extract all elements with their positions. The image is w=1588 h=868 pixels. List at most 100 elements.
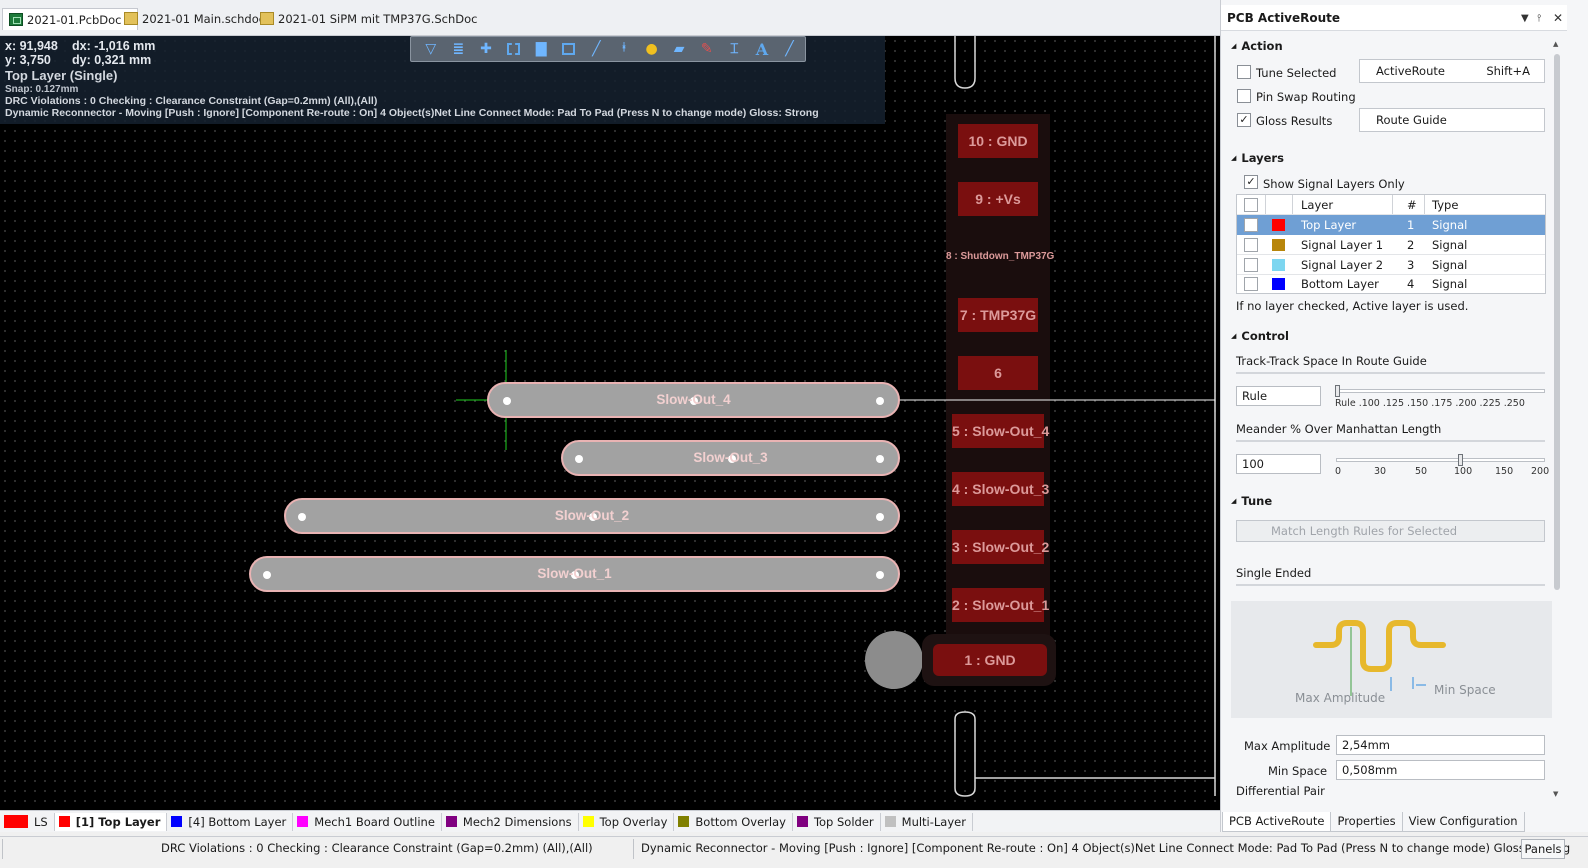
section-layers-header[interactable]: Layers [1231,151,1284,165]
layer-tab-label: [4] Bottom Layer [188,814,287,829]
column-header-type[interactable]: Type [1432,198,1458,212]
schematic-document-icon [260,12,274,25]
track-space-slider[interactable] [1336,389,1545,393]
select-rect-icon[interactable] [500,38,528,60]
layer-tab-multi-layer[interactable]: Multi-Layer [881,812,973,831]
active-layer-info: Top Layer (Single) [5,68,118,83]
tab-view-configuration[interactable]: View Configuration [1401,812,1525,832]
layer-row-checkbox[interactable] [1244,277,1258,291]
layer-row-signal-layer-2[interactable]: Signal Layer 2 3 Signal [1237,255,1545,275]
layer-name: Bottom Layer [1301,277,1379,291]
line-icon[interactable]: ╱ [776,38,804,60]
tab-pcb-activeroute[interactable]: PCB ActiveRoute [1222,812,1332,832]
cross-icon[interactable]: ✚ [472,38,500,60]
scroll-up-icon[interactable]: ▲ [1553,40,1558,48]
edit-icon[interactable]: ✎ [693,38,721,60]
net-label: Slow-Out_1 [537,566,612,581]
section-tune-header[interactable]: Tune [1231,494,1272,508]
layer-tab-top-overlay[interactable]: Top Overlay [579,812,675,831]
section-control-header[interactable]: Control [1231,329,1289,343]
scroll-down-icon[interactable]: ▼ [1553,790,1558,798]
layer-color-swatch [58,816,70,827]
meander-input[interactable]: 100 [1236,454,1321,474]
y-coordinate: y: 3,750 [5,53,51,67]
column-header-layer[interactable]: Layer [1301,198,1333,212]
pad-4[interactable]: 4 : Slow-Out_3 [952,472,1049,506]
pad-8-label[interactable]: 8 : Shutdown_TMP37G [946,240,1054,274]
layer-set-button[interactable]: LS [2,812,55,831]
status-drc: DRC Violations : 0 Checking : Clearance … [161,841,593,855]
tune-selected-checkbox[interactable] [1237,65,1251,79]
layer-row-signal-layer-1[interactable]: Signal Layer 1 2 Signal [1237,235,1545,255]
pad-1[interactable]: 1 : GND [933,644,1047,676]
interactive-route-icon[interactable]: ╱ [583,38,611,60]
select-all-checkbox[interactable] [1244,198,1258,212]
scrollbar-thumb[interactable] [1554,54,1560,590]
meander-slider-thumb[interactable] [1458,454,1463,466]
pad-6[interactable]: 6 [958,356,1038,390]
pin-icon[interactable]: ● [638,38,666,60]
trace-slow-out-2[interactable]: Slow-Out_2 [284,498,900,534]
layer-name: Signal Layer 1 [1301,238,1384,252]
layer-row-checkbox[interactable] [1244,218,1258,232]
trace-slow-out-3[interactable]: Slow-Out_3 [561,440,900,476]
route-guide-button[interactable]: Route Guide [1359,108,1545,132]
component-icon[interactable] [555,38,583,60]
max-amplitude-input[interactable]: 2,54mm [1336,735,1545,755]
layers-note: If no layer checked, Active layer is use… [1236,299,1469,313]
pad-2[interactable]: 2 : Slow-Out_1 [952,588,1049,622]
close-icon[interactable]: ✕ [1553,11,1563,25]
track-space-input[interactable]: Rule [1236,386,1321,406]
layer-tab-bottom-layer[interactable]: [4] Bottom Layer [167,812,294,831]
layer-row-checkbox[interactable] [1244,258,1258,272]
pin-swap-checkbox[interactable] [1237,89,1251,103]
layer-row-top-layer[interactable]: Top Layer 1 Signal [1237,215,1545,235]
pcb-activeroute-panel: PCB ActiveRoute ▼ ⫯ ✕ Action Tune Select… [1220,0,1588,832]
layer-tab-top-layer[interactable]: [1] Top Layer [54,812,168,831]
trace-slow-out-4[interactable]: Slow-Out_4 [487,382,900,418]
panels-button[interactable]: Panels [1521,839,1565,859]
layer-tab-label: Multi-Layer [901,814,966,829]
column-header-number[interactable]: # [1407,198,1417,212]
meander-icon[interactable]: 𝅦 [610,38,638,60]
single-ended-label: Single Ended [1236,566,1312,580]
panel-scrollbar[interactable]: ▲ ▼ [1553,40,1561,800]
activeroute-button[interactable]: ActiveRoute Shift+A [1359,59,1545,83]
tab-sipm-schdoc[interactable]: 2021-01 SiPM mit TMP37G.SchDoc [254,8,477,30]
pcb-canvas[interactable]: x: 91,948 dx: -1,016 mm y: 3,750 dy: 0,321… [0,36,1220,810]
match-length-button[interactable]: Match Length Rules for Selected [1236,520,1545,542]
pin-panel-icon[interactable]: ⫯ [1537,13,1541,24]
gloss-results-checkbox[interactable]: ✓ [1237,113,1251,127]
layer-tab-label: Top Overlay [599,814,668,829]
show-signal-layers-checkbox[interactable]: ✓ [1244,175,1258,189]
pad-9[interactable]: 9 : +Vs [958,182,1038,216]
layer-tab-top-solder[interactable]: Top Solder [793,812,881,831]
route-icon[interactable]: ≣ [445,38,473,60]
layer-table: Layer # Type Top Layer 1 Signal Signal L… [1236,194,1546,294]
dimension-icon[interactable]: ⌶ [721,38,749,60]
region-icon[interactable]: ▰ [665,38,693,60]
tab-properties[interactable]: Properties [1330,812,1403,832]
pad-7[interactable]: 7 : TMP37G [958,298,1038,332]
chart-icon[interactable]: ▇ [527,38,555,60]
section-action-header[interactable]: Action [1231,39,1282,53]
trace-slow-out-1[interactable]: Slow-Out_1 [249,556,900,592]
layer-tab-mech1[interactable]: Mech1 Board Outline [293,812,442,831]
layer-tab-bottom-overlay[interactable]: Bottom Overlay [674,812,793,831]
panel-menu-icon[interactable]: ▼ [1521,13,1529,24]
text-icon[interactable]: A [748,38,776,60]
pad-5[interactable]: 5 : Slow-Out_4 [952,414,1049,448]
layer-row-bottom-layer[interactable]: Bottom Layer 4 Signal [1237,274,1545,294]
min-space-input[interactable]: 0,508mm [1336,760,1545,780]
tab-main-schdoc[interactable]: 2021-01 Main.schdoc [118,8,265,30]
layer-color-swatch [171,816,183,827]
track-space-slider-thumb[interactable] [1335,385,1340,397]
pad-10[interactable]: 10 : GND [958,124,1038,158]
layer-row-checkbox[interactable] [1244,238,1258,252]
pad-3[interactable]: 3 : Slow-Out_2 [952,530,1049,564]
meander-slider[interactable] [1336,458,1545,462]
drc-info: DRC Violations : 0 Checking : Clearance … [5,95,378,107]
filter-icon[interactable]: ▽ [417,38,445,60]
layer-tab-mech2[interactable]: Mech2 Dimensions [442,812,579,831]
layer-tab-label: LS [34,814,48,829]
